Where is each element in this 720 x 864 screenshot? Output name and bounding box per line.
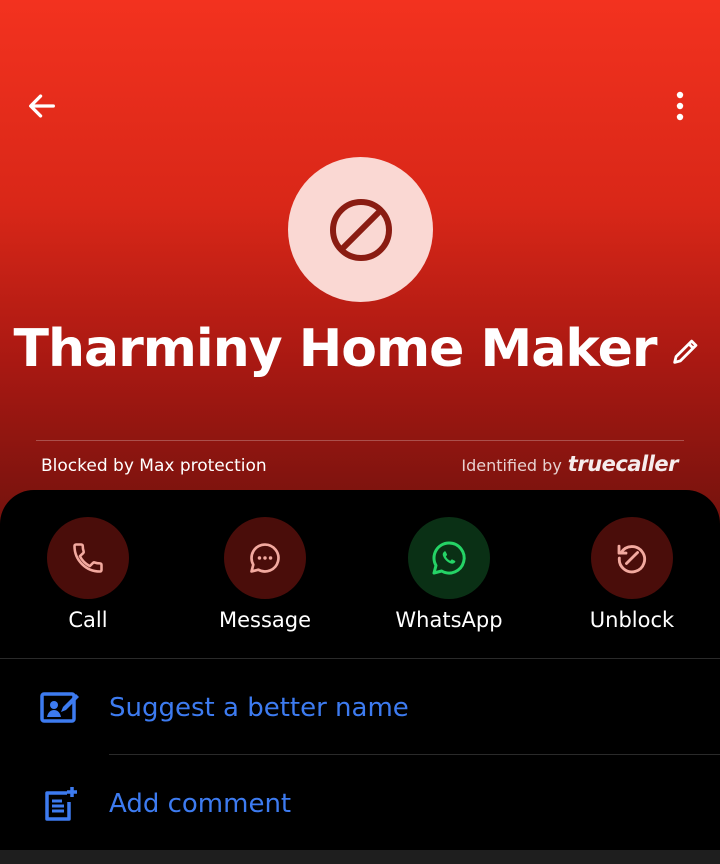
more-options-button[interactable] xyxy=(660,86,700,126)
add-comment-row[interactable]: Add comment xyxy=(0,759,720,849)
identified-by: Identified by truecaller xyxy=(461,452,678,476)
arrow-left-icon xyxy=(29,94,55,118)
unblock-icon xyxy=(617,544,647,574)
whatsapp-button[interactable]: WhatsApp xyxy=(379,517,519,632)
whatsapp-label: WhatsApp xyxy=(395,608,503,632)
unblock-circle xyxy=(591,517,673,599)
whatsapp-icon xyxy=(432,541,466,575)
actions-sheet: Call Message WhatsApp Unblock Suggest a … xyxy=(0,490,720,864)
bottom-edge xyxy=(0,850,720,864)
contact-header: Tharminy Home Maker Blocked by Max prote… xyxy=(0,0,720,540)
add-comment-icon xyxy=(45,787,77,821)
unblock-button[interactable]: Unblock xyxy=(562,517,702,632)
suggest-name-row[interactable]: Suggest a better name xyxy=(0,663,720,753)
edit-name-button[interactable] xyxy=(666,331,706,371)
message-circle xyxy=(224,517,306,599)
pencil-icon xyxy=(673,339,698,364)
message-label: Message xyxy=(218,608,312,632)
call-circle xyxy=(47,517,129,599)
identified-label: Identified by xyxy=(461,456,562,475)
truecaller-logo: truecaller xyxy=(567,452,679,476)
rows-divider xyxy=(109,754,720,755)
avatar xyxy=(288,157,433,302)
call-label: Call xyxy=(68,608,108,632)
call-button[interactable]: Call xyxy=(18,517,158,632)
block-icon xyxy=(329,198,392,261)
message-button[interactable]: Message xyxy=(195,517,335,632)
phone-icon xyxy=(73,543,103,573)
edit-name-icon xyxy=(40,692,79,723)
more-vertical-icon xyxy=(676,91,684,121)
contact-name: Tharminy Home Maker xyxy=(13,319,658,379)
name-row: Tharminy Home Maker xyxy=(0,312,720,386)
add-comment-icon-wrap xyxy=(38,781,84,827)
back-button[interactable] xyxy=(22,86,62,126)
unblock-label: Unblock xyxy=(589,608,675,632)
header-divider xyxy=(36,440,684,441)
add-comment-label: Add comment xyxy=(109,789,292,819)
edit-name-icon-wrap xyxy=(38,685,84,731)
whatsapp-circle xyxy=(408,517,490,599)
suggest-name-label: Suggest a better name xyxy=(109,693,409,723)
blocked-status: Blocked by Max protection xyxy=(41,456,267,476)
actions-divider xyxy=(0,658,720,659)
chat-bubble-icon xyxy=(250,543,280,573)
